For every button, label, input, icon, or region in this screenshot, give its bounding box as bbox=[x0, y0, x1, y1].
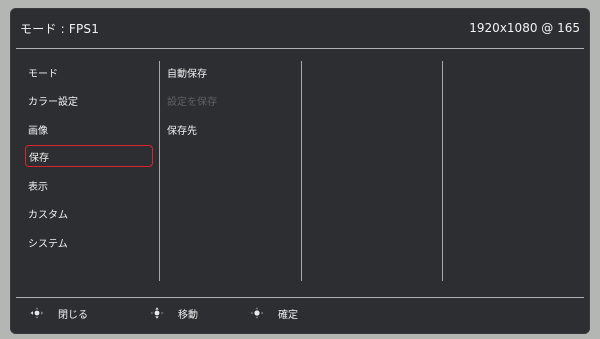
menu-item-image[interactable]: 画像 bbox=[16, 118, 153, 140]
menu-item-label: システム bbox=[28, 238, 68, 250]
menu-item-mode[interactable]: モード bbox=[16, 61, 153, 83]
confirm-hint-label: 確定 bbox=[278, 309, 298, 321]
close-hint-label: 閉じる bbox=[58, 309, 88, 321]
submenu-item-save-destination[interactable]: 保存先 bbox=[167, 118, 197, 140]
value-column bbox=[437, 49, 584, 297]
menu-item-label: カスタム bbox=[28, 209, 68, 221]
menu-item-label: 保存 bbox=[29, 152, 49, 164]
osd-footer: 閉じる 移動 確定 bbox=[16, 298, 584, 328]
menu-item-system[interactable]: システム bbox=[16, 231, 153, 253]
submenu-item-label: 自動保存 bbox=[167, 68, 207, 80]
submenu-item-label: 設定を保存 bbox=[167, 96, 217, 108]
joystick-left-icon bbox=[30, 307, 44, 319]
joystick-press-icon bbox=[250, 307, 264, 319]
menu-item-color-settings[interactable]: カラー設定 bbox=[16, 89, 153, 111]
mode-title: モード : FPS1 bbox=[20, 21, 100, 36]
menu-item-label: カラー設定 bbox=[28, 96, 78, 108]
submenu-column: 自動保存 設定を保存 保存先 bbox=[153, 49, 295, 297]
close-hint: 閉じる bbox=[30, 306, 88, 321]
resolution-readout: 1920x1080 @ 165 bbox=[469, 21, 580, 35]
menu-item-display[interactable]: 表示 bbox=[16, 174, 153, 196]
move-hint: 移動 bbox=[150, 306, 198, 321]
menu-item-label: 表示 bbox=[28, 181, 48, 193]
menu-content: モード カラー設定 画像 保存 表示 カスタム システム 自動保存 設定を保存 … bbox=[16, 49, 584, 297]
move-hint-label: 移動 bbox=[178, 309, 198, 321]
osd-header: モード : FPS1 1920x1080 @ 165 bbox=[10, 8, 590, 48]
option-column bbox=[295, 49, 437, 297]
main-menu-column: モード カラー設定 画像 保存 表示 カスタム システム bbox=[16, 49, 153, 297]
menu-item-label: モード bbox=[28, 68, 58, 80]
menu-item-save[interactable]: 保存 bbox=[25, 145, 153, 167]
menu-item-custom[interactable]: カスタム bbox=[16, 202, 153, 224]
submenu-item-label: 保存先 bbox=[167, 125, 197, 137]
menu-item-label: 画像 bbox=[28, 125, 48, 137]
confirm-hint: 確定 bbox=[250, 306, 298, 321]
submenu-item-save-settings: 設定を保存 bbox=[167, 89, 217, 111]
submenu-item-auto-save[interactable]: 自動保存 bbox=[167, 61, 207, 83]
joystick-up-down-icon bbox=[150, 307, 164, 319]
